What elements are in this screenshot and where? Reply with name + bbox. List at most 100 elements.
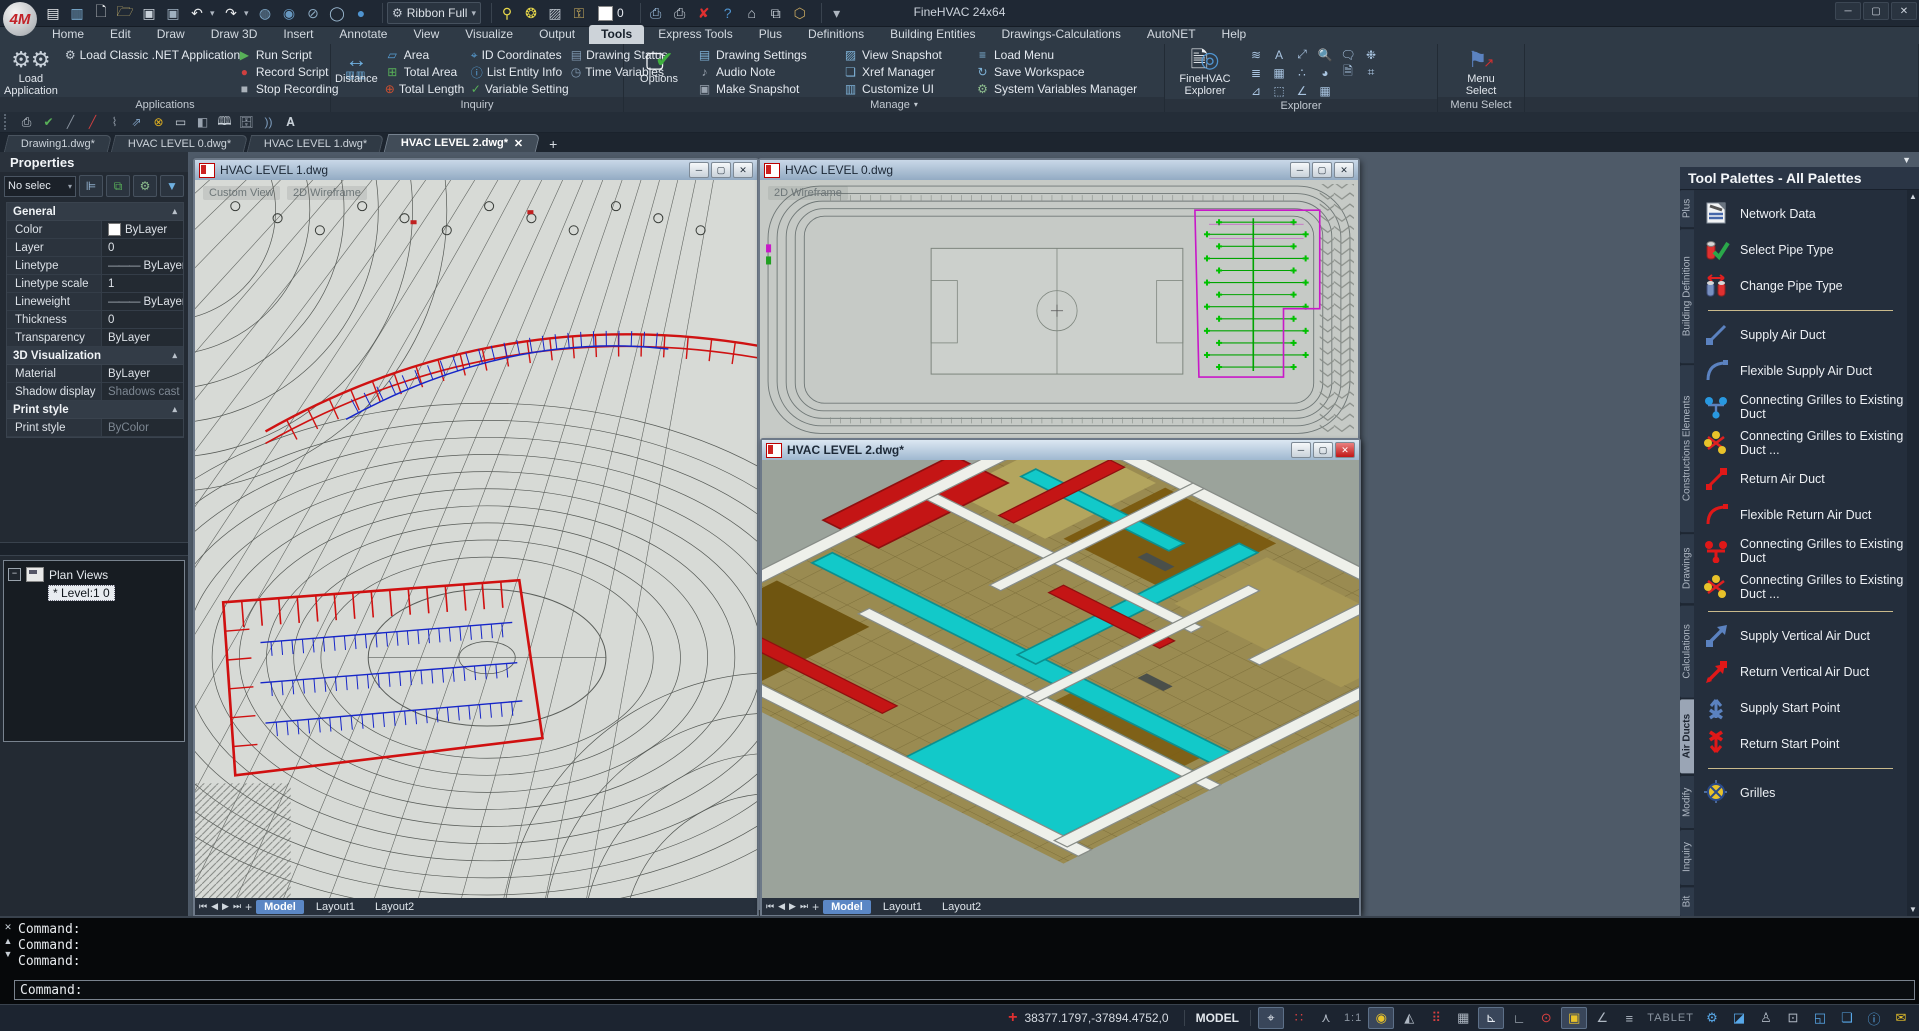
palette-item-select-pipe-type[interactable]: Select Pipe Type (1700, 232, 1907, 268)
object-track-icon[interactable]: ∠ (1590, 1008, 1614, 1028)
ribbon-item-stop-recording[interactable]: ■Stop Recording (234, 81, 342, 97)
new-layout-icon[interactable]: + (245, 900, 252, 914)
settings-gear-icon[interactable]: ⚙ (1700, 1008, 1724, 1028)
child-window-title-bar[interactable]: HVAC LEVEL 1.dwg ─▢✕ (195, 160, 757, 180)
layers-tool-icon[interactable]: ≋ (1245, 46, 1267, 63)
cursor-coordinates[interactable]: 38377.1797,-37894.4752,0 (1024, 1011, 1168, 1025)
menu-tab-autonet[interactable]: AutoNET (1135, 25, 1208, 44)
polar-tracking-icon[interactable]: ⋏ (1314, 1008, 1338, 1028)
property-row-material[interactable]: MaterialByLayer (7, 365, 183, 383)
layout-tab-model[interactable]: Model (256, 900, 304, 914)
undo-icon[interactable]: ↶ (186, 2, 208, 24)
audio-icon[interactable]: )) (259, 113, 278, 131)
command-close-icon[interactable]: ✕ (4, 922, 12, 933)
dim-style-tool-icon[interactable]: ⤢ (1291, 46, 1313, 63)
caret-down-icon[interactable]: ▾ (210, 8, 218, 19)
property-row-shadow-display[interactable]: Shadow displayShadows cast ... (7, 383, 183, 401)
property-value[interactable]: Shadows cast ... (102, 383, 183, 400)
restore-icon[interactable]: ▢ (1312, 162, 1332, 178)
palette-item-connecting-grilles-to-existing-duct[interactable]: Connecting Grilles to Existing Duct ... (1700, 569, 1907, 605)
viewport-badge-visual-style[interactable]: 2D Wireframe (287, 186, 367, 200)
palette-item-return-air-duct[interactable]: Return Air Duct (1700, 461, 1907, 497)
annotation-visibility-icon[interactable]: ◉ (1368, 1007, 1394, 1029)
construction-line-icon[interactable]: ⇗ (127, 113, 146, 131)
workspace-switcher[interactable]: ⚙Ribbon Full▾ (387, 2, 481, 24)
minimize-icon[interactable]: ─ (1835, 2, 1861, 20)
info-icon[interactable]: ⓘ (1862, 1008, 1886, 1028)
zoom-table-tool-icon[interactable]: ⌗ (1360, 64, 1382, 81)
object-snap-icon[interactable]: ▣ (1561, 1007, 1587, 1029)
property-row-layer[interactable]: Layer0 (7, 239, 183, 257)
property-value[interactable]: ———ByLayer (102, 257, 183, 274)
menu-tab-visualize[interactable]: Visualize (453, 25, 525, 44)
property-value[interactable]: ByLayer (102, 365, 183, 382)
property-value[interactable]: 0 (102, 311, 183, 328)
ribbon-item-make-snapshot[interactable]: ▣Make Snapshot (694, 81, 836, 97)
property-row-print-style[interactable]: Print styleByColor (7, 419, 183, 437)
close-icon[interactable]: ✕ (1335, 442, 1355, 458)
command-scroll-up-icon[interactable]: ▲ (4, 936, 13, 946)
child-window-title-bar[interactable]: HVAC LEVEL 2.dwg* ─▢✕ (762, 440, 1359, 460)
doc-tab-hvac-level-0-dwg[interactable]: HVAC LEVEL 0.dwg* (111, 135, 249, 152)
new-tab-button[interactable]: + (545, 136, 561, 152)
blocks-tool-icon[interactable]: ▦ (1268, 64, 1290, 81)
menu-tab-annotate[interactable]: Annotate (327, 25, 399, 44)
render-gouraud-icon[interactable]: ◯ (326, 2, 348, 24)
ribbon-item-customize-ui[interactable]: ▥Customize UI (840, 81, 968, 97)
ortho-mode-icon[interactable]: ∟ (1507, 1008, 1531, 1028)
palette-item-flexible-return-air-duct[interactable]: Flexible Return Air Duct (1700, 497, 1907, 533)
property-value[interactable]: ———ByLayer (102, 293, 183, 310)
property-row-thickness[interactable]: Thickness0 (7, 311, 183, 329)
menu-tab-insert[interactable]: Insert (271, 25, 325, 44)
clipboard-icon[interactable]: ⊡ (1781, 1008, 1805, 1028)
book-icon[interactable]: 🕮 (215, 113, 234, 131)
property-value[interactable]: 0 (102, 239, 183, 256)
palette-menu-caret-icon[interactable]: ▼ (1902, 155, 1911, 165)
menu-tab-draw[interactable]: Draw (145, 25, 197, 44)
menu-tab-home[interactable]: Home (40, 25, 96, 44)
panel-icon[interactable]: ◧ (193, 113, 212, 131)
filter-button[interactable]: ▼ (160, 175, 184, 197)
ribbon-item-variable-setting[interactable]: ✓Variable Setting (468, 81, 564, 97)
new-bld-icon[interactable]: ▤ (42, 2, 64, 24)
ribbon-item-total-length[interactable]: ⊕Total Length (382, 81, 464, 97)
menu-tab-plus[interactable]: Plus (747, 25, 794, 44)
polyline-icon[interactable]: ⌇ (105, 113, 124, 131)
palette-item-connecting-grilles-to-existing-duct[interactable]: Connecting Grilles to Existing Duct (1700, 389, 1907, 425)
layer-states-tool-icon[interactable]: ≣ (1245, 64, 1267, 81)
palette-item-network-data[interactable]: Network Data (1700, 196, 1907, 232)
ribbon-item-drawing-settings[interactable]: ▤Drawing Settings (694, 47, 836, 63)
materials-tool-icon[interactable]: ◕ (1314, 64, 1336, 81)
palette-tab-modify[interactable]: Modify (1680, 776, 1694, 828)
ribbon-item-xref-manager[interactable]: ❏Xref Manager (840, 64, 968, 80)
close-icon[interactable]: ✕ (1891, 2, 1917, 20)
render-hidden-icon[interactable]: ◉ (278, 2, 300, 24)
tree-item-level[interactable]: * Level:1 0 (48, 585, 115, 601)
ribbon-item-total-area[interactable]: ⊞Total Area (382, 64, 464, 80)
caret-down-icon[interactable]: ▾ (914, 100, 918, 109)
property-section-3d-visualization[interactable]: 3D Visualization▴ (7, 347, 183, 365)
grid-snap-icon[interactable]: ∷ (1287, 1008, 1311, 1028)
line-icon[interactable]: ╱ (61, 113, 80, 131)
font-tool-icon[interactable]: A (1268, 46, 1290, 63)
model-space-toggle[interactable]: MODEL (1196, 1011, 1239, 1025)
annotation-autoscale-icon[interactable]: ◭ (1397, 1008, 1421, 1028)
layer-indicator[interactable]: 0 (592, 3, 630, 23)
layer-isolate-icon[interactable]: ❂ (520, 2, 542, 24)
windows-icon[interactable]: ❏ (1835, 1008, 1859, 1028)
menu-select-button[interactable]: ⚑↗ Menu Select (1442, 46, 1520, 97)
viewport-badge-visual-style[interactable]: 2D Wireframe (768, 186, 848, 200)
property-row-transparency[interactable]: TransparencyByLayer (7, 329, 183, 347)
open-bld-icon[interactable]: ▥ (66, 2, 88, 24)
drawing-viewport-level-2[interactable] (762, 460, 1359, 898)
palette-item-connecting-grilles-to-existing-duct[interactable]: Connecting Grilles to Existing Duct ... (1700, 425, 1907, 461)
restore-icon[interactable]: ▢ (711, 162, 731, 178)
group-tool-icon[interactable]: ⬚ (1268, 82, 1290, 99)
text-style-icon[interactable]: 𝐀 (281, 113, 300, 131)
palette-item-supply-vertical-air-duct[interactable]: Supply Vertical Air Duct (1700, 618, 1907, 654)
selection-dropdown[interactable]: No selec▾ (4, 176, 76, 197)
palette-item-return-vertical-air-duct[interactable]: Return Vertical Air Duct (1700, 654, 1907, 690)
redo-icon[interactable]: ↷ (220, 2, 242, 24)
load-application-button[interactable]: ⚙⚙ Load Application (4, 46, 58, 97)
ribbon-item-view-snapshot[interactable]: ▨View Snapshot (840, 47, 968, 63)
